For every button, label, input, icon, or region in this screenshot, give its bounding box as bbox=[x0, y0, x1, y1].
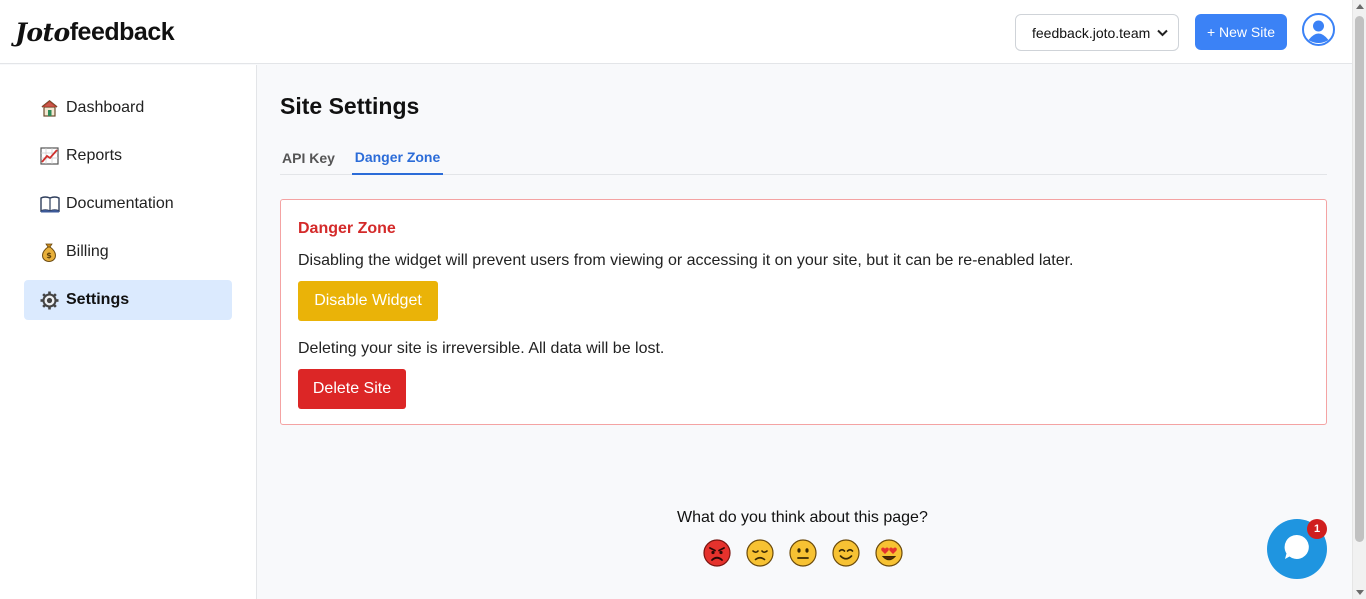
smile-face-icon[interactable] bbox=[832, 539, 860, 567]
chevron-down-icon bbox=[1157, 26, 1168, 40]
logo-script-text: Joto bbox=[15, 17, 70, 47]
delete-site-button[interactable]: Delete Site bbox=[298, 369, 406, 409]
money-bag-icon: $ bbox=[40, 242, 62, 262]
new-site-button[interactable]: + New Site bbox=[1195, 14, 1287, 50]
house-icon bbox=[40, 98, 62, 118]
sidebar-item-settings[interactable]: Settings bbox=[24, 280, 232, 320]
sidebar-item-reports[interactable]: Reports bbox=[24, 136, 232, 176]
disable-widget-description: Disabling the widget will prevent users … bbox=[298, 252, 1074, 269]
sidebar-item-label: Billing bbox=[66, 243, 109, 260]
chat-bubble-icon bbox=[1282, 532, 1312, 567]
tab-api-key[interactable]: API Key bbox=[280, 141, 337, 175]
sad-face-icon[interactable] bbox=[746, 539, 774, 567]
book-icon bbox=[40, 194, 62, 214]
delete-site-description: Deleting your site is irreversible. All … bbox=[298, 340, 665, 357]
svg-text:$: $ bbox=[46, 251, 52, 260]
disable-widget-button[interactable]: Disable Widget bbox=[298, 281, 438, 321]
sidebar-item-label: Documentation bbox=[66, 195, 174, 212]
sidebar: Dashboard Reports Documentation $ Billin… bbox=[0, 65, 257, 599]
chart-icon bbox=[40, 146, 62, 166]
heart-eyes-face-icon[interactable] bbox=[875, 539, 903, 567]
page-title: Site Settings bbox=[280, 93, 420, 119]
sidebar-item-documentation[interactable]: Documentation bbox=[24, 184, 232, 224]
app-logo[interactable]: Joto feedback bbox=[15, 16, 175, 48]
sidebar-item-dashboard[interactable]: Dashboard bbox=[24, 88, 232, 128]
site-select-value: feedback.joto.team bbox=[1032, 24, 1151, 41]
angry-face-icon[interactable] bbox=[703, 539, 731, 567]
danger-zone-card: Danger Zone Disabling the widget will pr… bbox=[280, 199, 1327, 425]
chat-notification-badge: 1 bbox=[1307, 519, 1327, 539]
logo-bold-text: feedback bbox=[69, 17, 175, 46]
danger-zone-title: Danger Zone bbox=[298, 220, 396, 237]
settings-tabs: API Key Danger Zone bbox=[280, 141, 1327, 175]
sidebar-item-label: Reports bbox=[66, 147, 123, 164]
gear-icon bbox=[40, 290, 62, 310]
top-header: Joto feedback feedback.joto.team + New Si… bbox=[0, 0, 1352, 64]
sidebar-item-label: Settings bbox=[66, 291, 130, 308]
scroll-up-arrow-icon[interactable] bbox=[1356, 4, 1364, 9]
user-avatar-icon[interactable] bbox=[1302, 13, 1335, 46]
sidebar-item-label: Dashboard bbox=[66, 99, 145, 116]
feedback-emoji-row bbox=[703, 539, 903, 567]
page-scrollbar[interactable] bbox=[1352, 0, 1366, 599]
scroll-down-arrow-icon[interactable] bbox=[1356, 590, 1364, 595]
sidebar-item-billing[interactable]: $ Billing bbox=[24, 232, 232, 272]
feedback-question: What do you think about this page? bbox=[677, 509, 928, 526]
neutral-face-icon[interactable] bbox=[789, 539, 817, 567]
tab-danger-zone[interactable]: Danger Zone bbox=[352, 141, 443, 175]
site-select[interactable]: feedback.joto.team bbox=[1015, 14, 1179, 51]
scroll-thumb[interactable] bbox=[1355, 16, 1364, 542]
